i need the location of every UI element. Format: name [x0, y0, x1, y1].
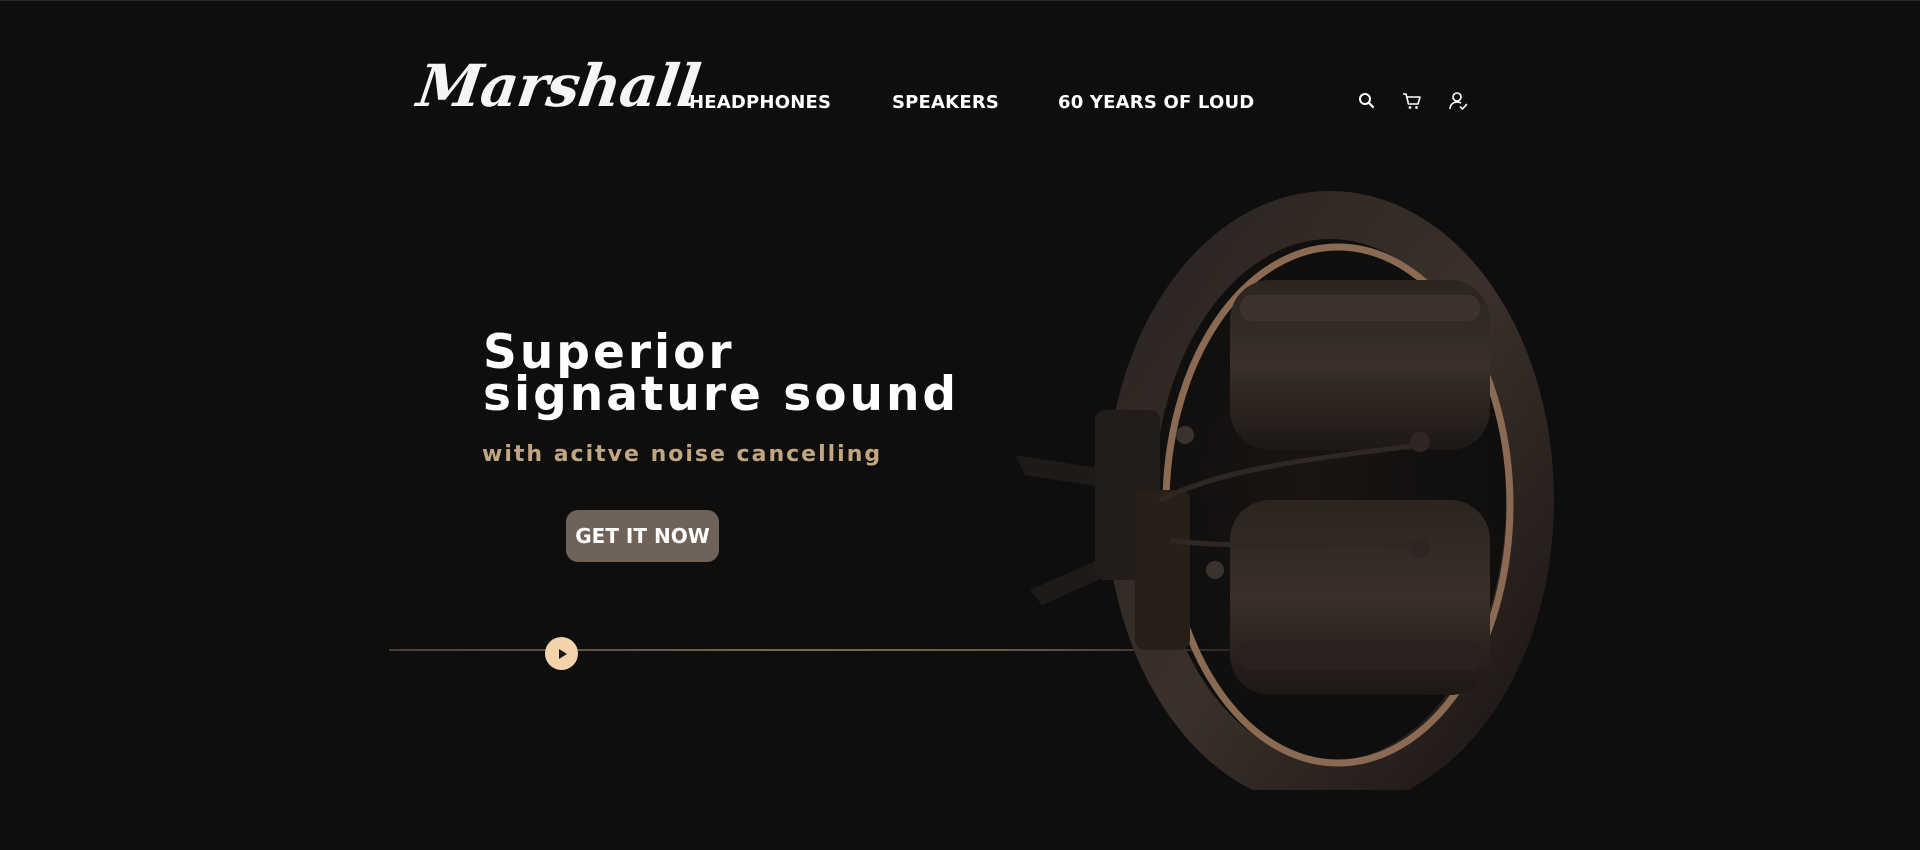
play-icon	[558, 648, 567, 659]
search-icon[interactable]	[1356, 90, 1378, 112]
get-it-now-button[interactable]: GET IT NOW	[566, 510, 719, 562]
cart-icon[interactable]	[1401, 90, 1423, 112]
play-button[interactable]	[545, 637, 578, 670]
hero-title: Superior signature sound	[483, 329, 960, 422]
user-icon[interactable]	[1447, 90, 1469, 112]
headphone-image	[1000, 170, 1560, 809]
hero-subtitle: with acitve noise cancelling	[482, 442, 883, 467]
hero-title-line-2: signature sound	[483, 367, 960, 422]
header-icons	[0, 90, 1920, 114]
top-border	[0, 0, 1920, 1]
